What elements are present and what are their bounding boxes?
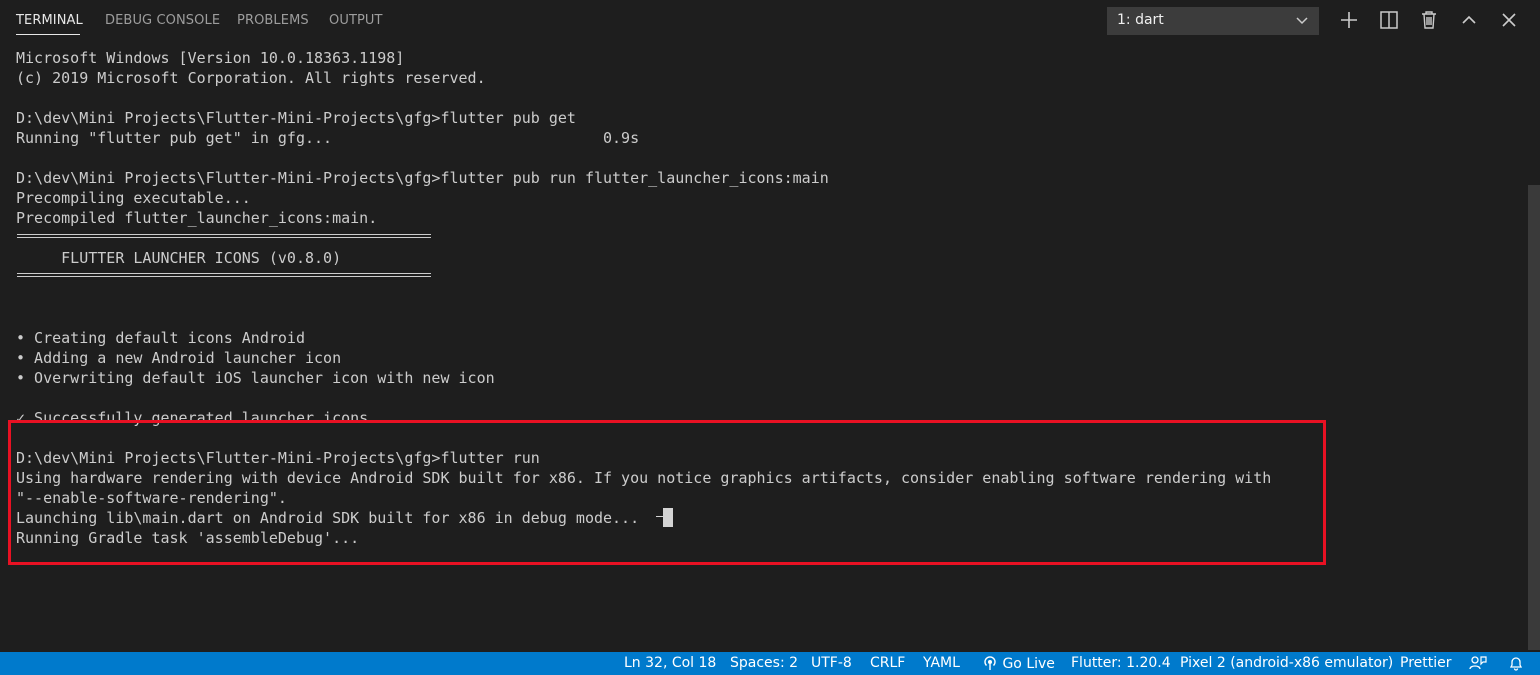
status-cursor-position[interactable]: Ln 32, Col 18 bbox=[624, 655, 716, 671]
status-flutter-version[interactable]: Flutter: 1.20.4 bbox=[1071, 655, 1171, 671]
tab-problems[interactable]: PROBLEMS bbox=[237, 13, 309, 28]
terminal-line: • Adding a new Android launcher icon bbox=[16, 349, 342, 367]
bell-icon[interactable] bbox=[1508, 655, 1524, 675]
close-icon[interactable] bbox=[1498, 9, 1522, 33]
terminal-line: Precompiled flutter_launcher_icons:main. bbox=[16, 209, 378, 227]
status-encoding[interactable]: UTF-8 bbox=[811, 655, 852, 671]
status-go-live-label: Go Live bbox=[1002, 656, 1055, 672]
active-tab-indicator bbox=[16, 34, 80, 35]
banner-rule-bottom bbox=[17, 273, 431, 277]
status-eol[interactable]: CRLF bbox=[870, 655, 905, 671]
feedback-icon[interactable] bbox=[1469, 655, 1487, 675]
terminal-line: FLUTTER LAUNCHER ICONS (v0.8.0) bbox=[16, 249, 342, 267]
tab-output[interactable]: OUTPUT bbox=[329, 13, 383, 28]
terminal-line: Running "flutter pub get" in gfg... 0.9s bbox=[16, 129, 640, 147]
broadcast-icon bbox=[984, 656, 996, 670]
trash-icon[interactable] bbox=[1418, 9, 1442, 33]
terminal-select-value: 1: dart bbox=[1117, 12, 1164, 28]
plus-icon[interactable] bbox=[1338, 9, 1362, 33]
terminal-line: (c) 2019 Microsoft Corporation. All righ… bbox=[16, 69, 486, 87]
split-icon[interactable] bbox=[1378, 9, 1402, 33]
terminal-cursor bbox=[663, 508, 673, 527]
terminal-line: • Creating default icons Android bbox=[16, 329, 305, 347]
chevron-up-icon[interactable] bbox=[1458, 9, 1482, 33]
scrollbar[interactable] bbox=[1528, 185, 1540, 650]
status-bar: Ln 32, Col 18 Spaces: 2 UTF-8 CRLF YAML … bbox=[0, 652, 1540, 675]
terminal-line: • Overwriting default iOS launcher icon … bbox=[16, 369, 495, 387]
chevron-down-icon bbox=[1295, 13, 1309, 31]
status-language[interactable]: YAML bbox=[923, 655, 960, 671]
terminal-select[interactable]: 1: dart bbox=[1107, 7, 1319, 35]
status-go-live[interactable]: Go Live bbox=[982, 655, 1055, 672]
status-device[interactable]: Pixel 2 (android-x86 emulator) bbox=[1180, 655, 1393, 671]
highlight-box bbox=[8, 420, 1326, 565]
terminal-line: D:\dev\Mini Projects\Flutter-Mini-Projec… bbox=[16, 169, 829, 187]
terminal-line: Precompiling executable... bbox=[16, 189, 251, 207]
tab-debug-console[interactable]: DEBUG CONSOLE bbox=[105, 13, 220, 28]
terminal-line: D:\dev\Mini Projects\Flutter-Mini-Projec… bbox=[16, 109, 576, 127]
banner-rule-top bbox=[17, 234, 431, 238]
panel-header: TERMINAL DEBUG CONSOLE PROBLEMS OUTPUT 1… bbox=[0, 0, 1540, 42]
cursor-mark bbox=[656, 516, 663, 517]
status-prettier[interactable]: Prettier bbox=[1400, 655, 1452, 671]
status-indentation[interactable]: Spaces: 2 bbox=[730, 655, 798, 671]
tab-terminal[interactable]: TERMINAL bbox=[16, 13, 83, 28]
terminal-line: Microsoft Windows [Version 10.0.18363.11… bbox=[16, 49, 405, 67]
